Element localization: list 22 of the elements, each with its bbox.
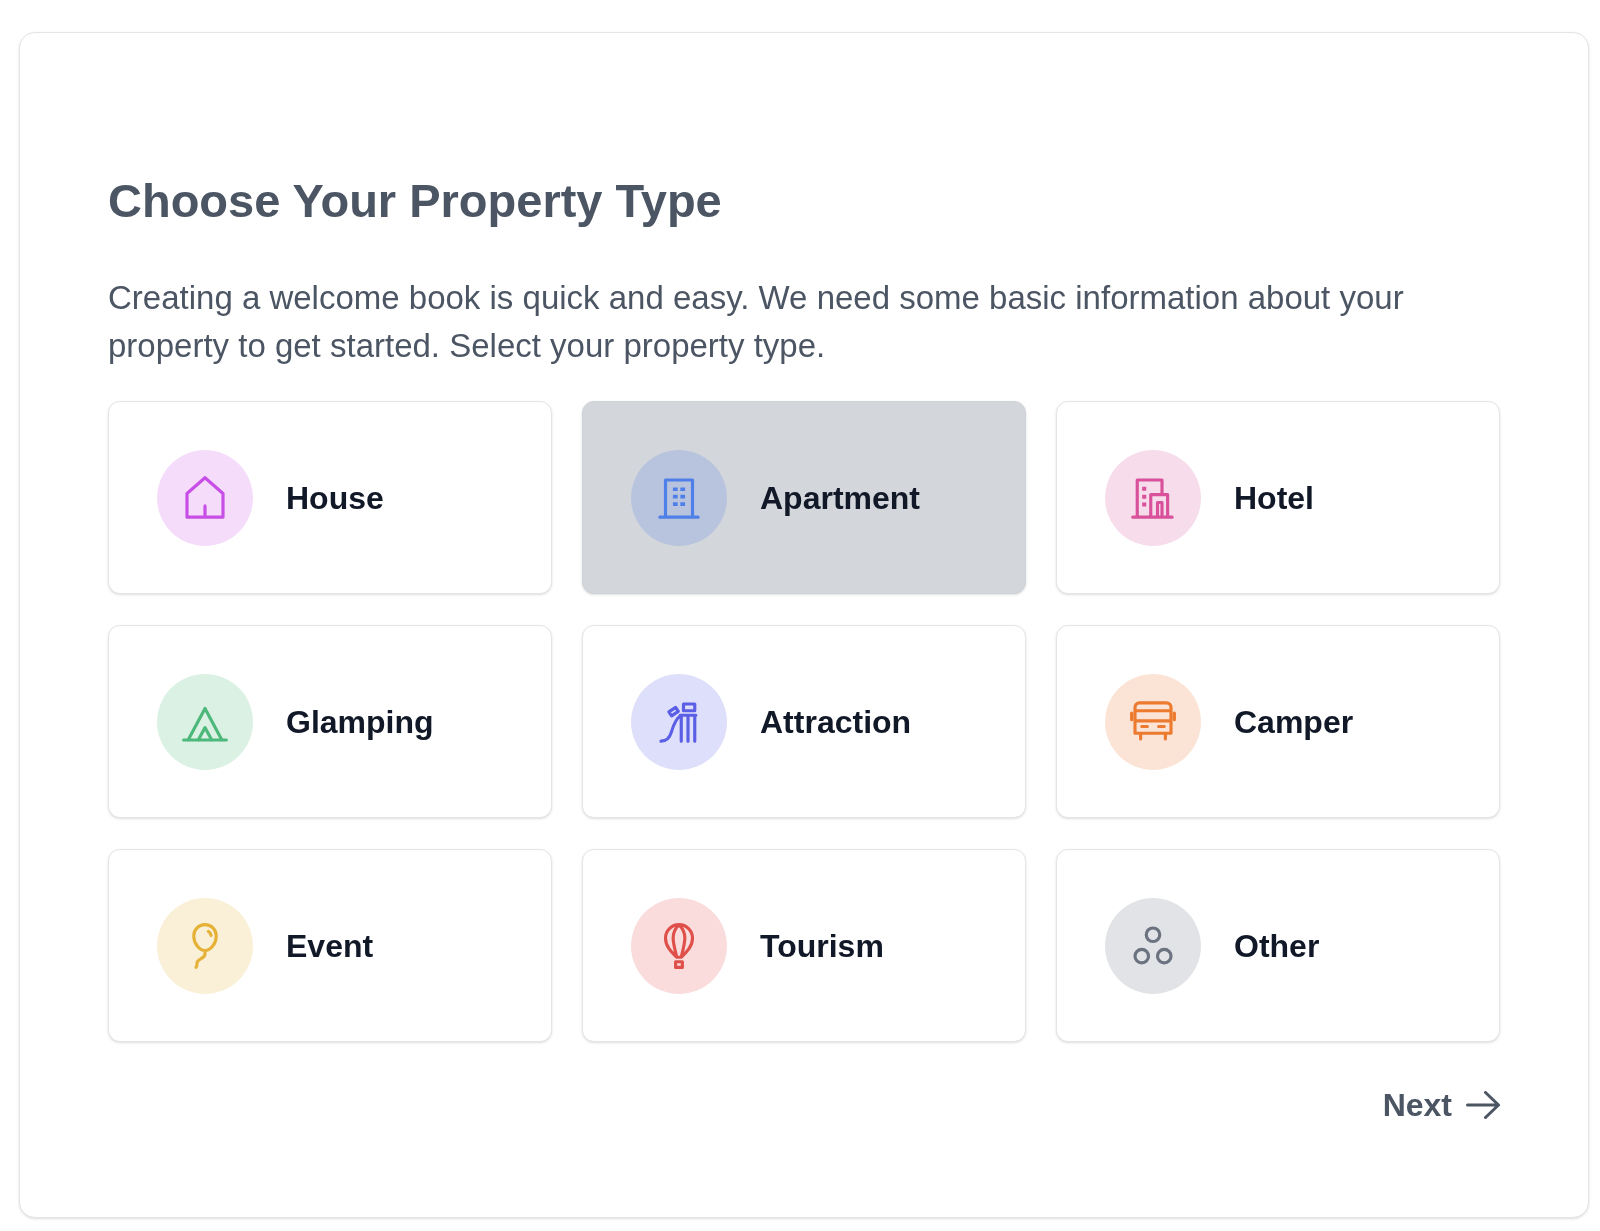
bus-icon — [1105, 673, 1201, 770]
buildings-icon — [1105, 449, 1201, 546]
balloon-icon — [157, 897, 253, 994]
property-type-option[interactable]: Camper — [1056, 625, 1500, 818]
arrow-right-icon — [1466, 1091, 1500, 1119]
next-button[interactable]: Next — [1382, 1085, 1500, 1125]
building-icon — [631, 449, 727, 546]
tent-icon — [157, 673, 253, 770]
property-type-option[interactable]: Attraction — [582, 625, 1026, 818]
page-title: Choose Your Property Type — [108, 173, 723, 229]
property-type-option[interactable]: House — [108, 401, 552, 594]
circles-icon — [1105, 897, 1201, 994]
property-type-option[interactable]: Apartment — [582, 401, 1026, 594]
property-type-option[interactable]: Hotel — [1056, 401, 1500, 594]
hot-air-balloon-icon — [631, 897, 727, 994]
house-icon — [157, 449, 253, 546]
property-type-option[interactable]: Event — [108, 849, 552, 1042]
intro-text: Creating a welcome book is quick and easy. We need some basic information about your property to get started. Select your property type. — [108, 278, 1405, 366]
property-type-option[interactable]: Glamping — [108, 625, 552, 818]
slide-icon — [631, 673, 727, 770]
property-type-option[interactable]: Other — [1056, 849, 1500, 1042]
property-type-option[interactable]: Tourism — [582, 849, 1026, 1042]
